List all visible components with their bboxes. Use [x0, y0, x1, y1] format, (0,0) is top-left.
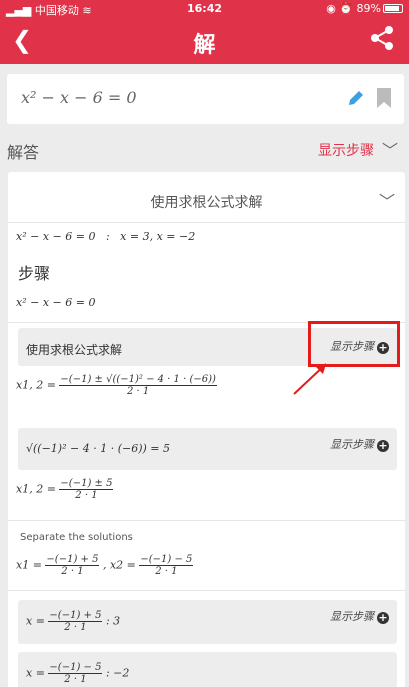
- nav-bar: ❮ 解: [0, 17, 409, 64]
- step-box-x2: x = −(−1) − 52 · 1 : −2: [18, 652, 397, 687]
- bookmark-icon[interactable]: [376, 87, 392, 113]
- result-line: x² − x − 6 = 0 : x = 3, x = −2: [16, 230, 196, 243]
- method-title: 使用求根公式求解: [150, 195, 263, 211]
- step-expression: √((−1)² − 4 · 1 · (−6)) = 5: [26, 442, 170, 455]
- step-text: 使用求根公式求解: [26, 343, 123, 357]
- formula-line: x1, 2 = −(−1) ± √((−1)² − 4 · 1 · (−6)) 2…: [16, 374, 217, 397]
- fraction: −(−1) − 52 · 1: [48, 662, 103, 685]
- answer-header: 解答 显示步骤 ﹀: [7, 137, 404, 162]
- divider: [8, 520, 405, 521]
- separate-label: Separate the solutions: [20, 532, 133, 543]
- chevron-down-icon[interactable]: ﹀: [379, 188, 395, 212]
- divider: [8, 222, 405, 223]
- fraction: −(−1) + 52 · 1: [48, 610, 103, 633]
- steps-heading: 步骤: [18, 264, 51, 283]
- show-steps-button[interactable]: 显示步骤 +: [330, 436, 389, 452]
- formula-line: x1, 2 = −(−1) ± 52 · 1: [16, 478, 114, 501]
- step-box-x1: x = −(−1) + 52 · 1 : 3 显示步骤 +: [18, 600, 397, 644]
- battery-status: ◉ ⏰ 89%: [326, 2, 403, 15]
- battery-icon: [383, 4, 403, 13]
- fraction: −(−1) ± √((−1)² − 4 · 1 · (−6)) 2 · 1: [59, 374, 217, 397]
- show-steps-button[interactable]: 显示步骤 +: [330, 608, 389, 624]
- equation-input[interactable]: x² − x − 6 = 0: [7, 74, 404, 124]
- divider: [8, 590, 405, 591]
- page-title: 解: [193, 33, 216, 58]
- plus-circle-icon: +: [377, 439, 389, 452]
- step-expression: x = −(−1) − 52 · 1 : −2: [26, 662, 130, 685]
- step-equation: x² − x − 6 = 0: [16, 296, 96, 309]
- share-icon[interactable]: [369, 25, 395, 55]
- plus-circle-icon: +: [377, 611, 389, 624]
- annotation-arrow: [293, 363, 327, 395]
- step-expression: x = −(−1) + 52 · 1 : 3: [26, 610, 121, 633]
- answer-label: 解答: [7, 143, 40, 162]
- fraction: −(−1) − 52 · 1: [139, 554, 194, 577]
- status-bar: ▂▄▆ 中国移动 ≋ 16:42 ◉ ⏰ 89%: [0, 0, 409, 17]
- chevron-down-icon[interactable]: ﹀: [382, 137, 398, 161]
- show-steps-link[interactable]: 显示步骤: [318, 140, 374, 160]
- fraction: −(−1) ± 52 · 1: [59, 478, 114, 501]
- solution-card: 使用求根公式求解 ﹀ x² − x − 6 = 0 : x = 3, x = −…: [8, 172, 405, 687]
- step-box-discriminant: √((−1)² − 4 · 1 · (−6)) = 5 显示步骤 +: [18, 428, 397, 470]
- equation-text: x² − x − 6 = 0: [21, 88, 137, 107]
- pencil-icon[interactable]: [346, 88, 366, 112]
- separated-solutions: x1 = −(−1) + 52 · 1 , x2 = −(−1) − 52 · …: [16, 554, 194, 577]
- fraction: −(−1) + 52 · 1: [45, 554, 100, 577]
